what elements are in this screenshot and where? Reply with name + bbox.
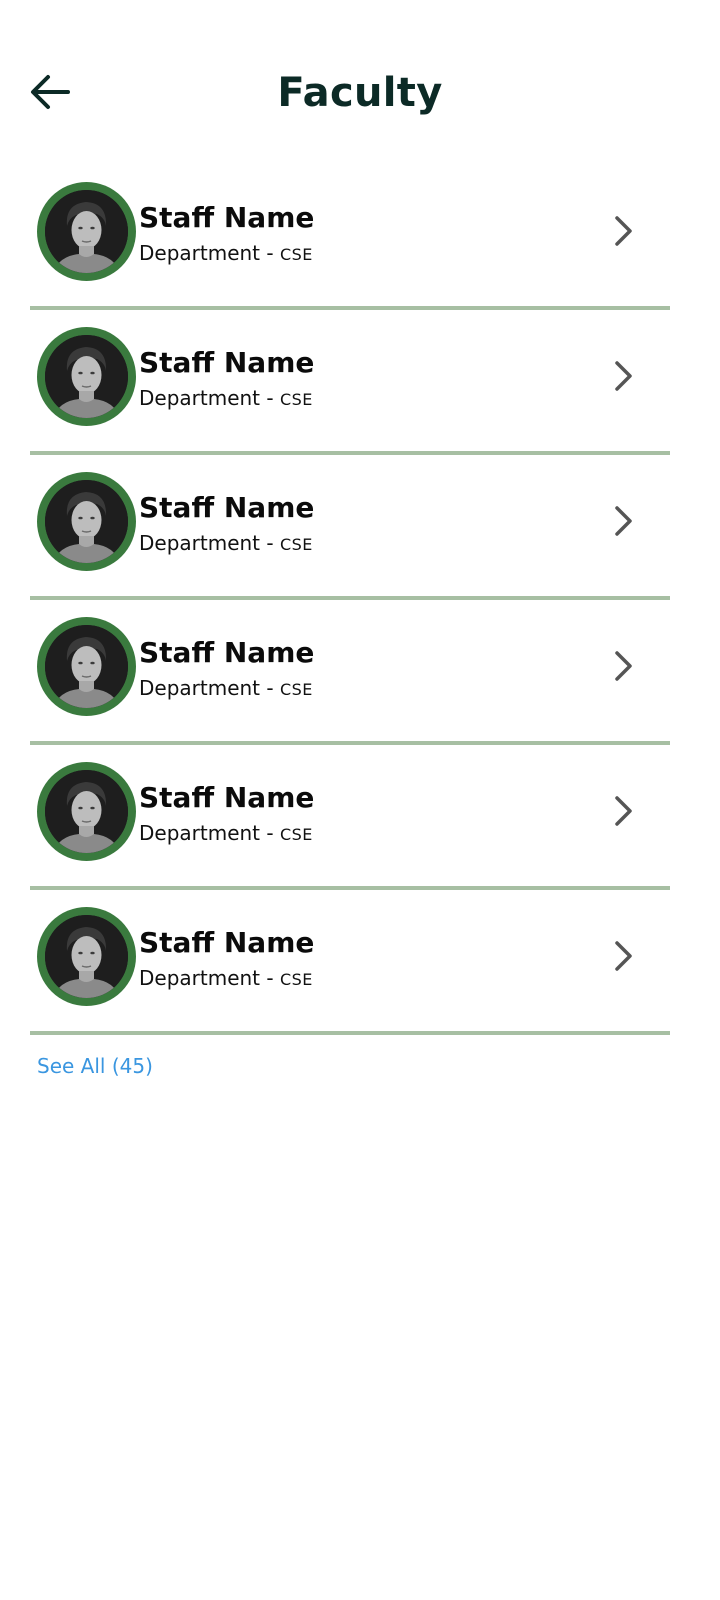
list-item[interactable]: Staff Name Department - CSE	[30, 165, 670, 310]
avatar	[37, 907, 136, 1006]
department-label: Department - CSE	[139, 531, 313, 555]
department-code: CSE	[279, 245, 313, 264]
staff-photo	[45, 335, 128, 418]
avatar	[37, 762, 136, 861]
department-label: Department - CSE	[139, 966, 313, 990]
chevron-right-icon	[608, 793, 638, 829]
page-title: Faculty	[277, 70, 443, 116]
list-item[interactable]: Staff Name Department - CSE	[30, 745, 670, 890]
department-code: CSE	[279, 970, 313, 989]
department-label: Department - CSE	[139, 386, 313, 410]
department-label: Department - CSE	[139, 676, 313, 700]
department-code: CSE	[279, 825, 313, 844]
department-prefix: Department -	[139, 241, 280, 265]
staff-name: Staff Name	[139, 491, 315, 524]
department-prefix: Department -	[139, 531, 280, 555]
list-item[interactable]: Staff Name Department - CSE	[30, 310, 670, 455]
avatar	[37, 327, 136, 426]
staff-name: Staff Name	[139, 346, 315, 379]
avatar	[37, 182, 136, 281]
department-prefix: Department -	[139, 676, 280, 700]
staff-name: Staff Name	[139, 201, 315, 234]
chevron-right-icon	[608, 213, 638, 249]
see-all-link[interactable]: See All (45)	[37, 1054, 153, 1078]
department-label: Department - CSE	[139, 821, 313, 845]
department-label: Department - CSE	[139, 241, 313, 265]
staff-photo	[45, 480, 128, 563]
staff-name: Staff Name	[139, 781, 315, 814]
department-prefix: Department -	[139, 386, 280, 410]
department-code: CSE	[279, 535, 313, 554]
staff-photo	[45, 915, 128, 998]
list-item[interactable]: Staff Name Department - CSE	[30, 890, 670, 1035]
staff-name: Staff Name	[139, 926, 315, 959]
department-prefix: Department -	[139, 821, 280, 845]
staff-photo	[45, 770, 128, 853]
avatar	[37, 472, 136, 571]
faculty-screen: Faculty Staff Name Department - CSE Staf…	[0, 0, 720, 1600]
faculty-list: Staff Name Department - CSE Staff Name D…	[30, 165, 670, 1035]
department-code: CSE	[279, 390, 313, 409]
department-code: CSE	[279, 680, 313, 699]
chevron-right-icon	[608, 358, 638, 394]
chevron-right-icon	[608, 503, 638, 539]
list-item[interactable]: Staff Name Department - CSE	[30, 600, 670, 745]
chevron-right-icon	[608, 648, 638, 684]
department-prefix: Department -	[139, 966, 280, 990]
list-item[interactable]: Staff Name Department - CSE	[30, 455, 670, 600]
staff-name: Staff Name	[139, 636, 315, 669]
avatar	[37, 617, 136, 716]
staff-photo	[45, 625, 128, 708]
chevron-right-icon	[608, 938, 638, 974]
staff-photo	[45, 190, 128, 273]
